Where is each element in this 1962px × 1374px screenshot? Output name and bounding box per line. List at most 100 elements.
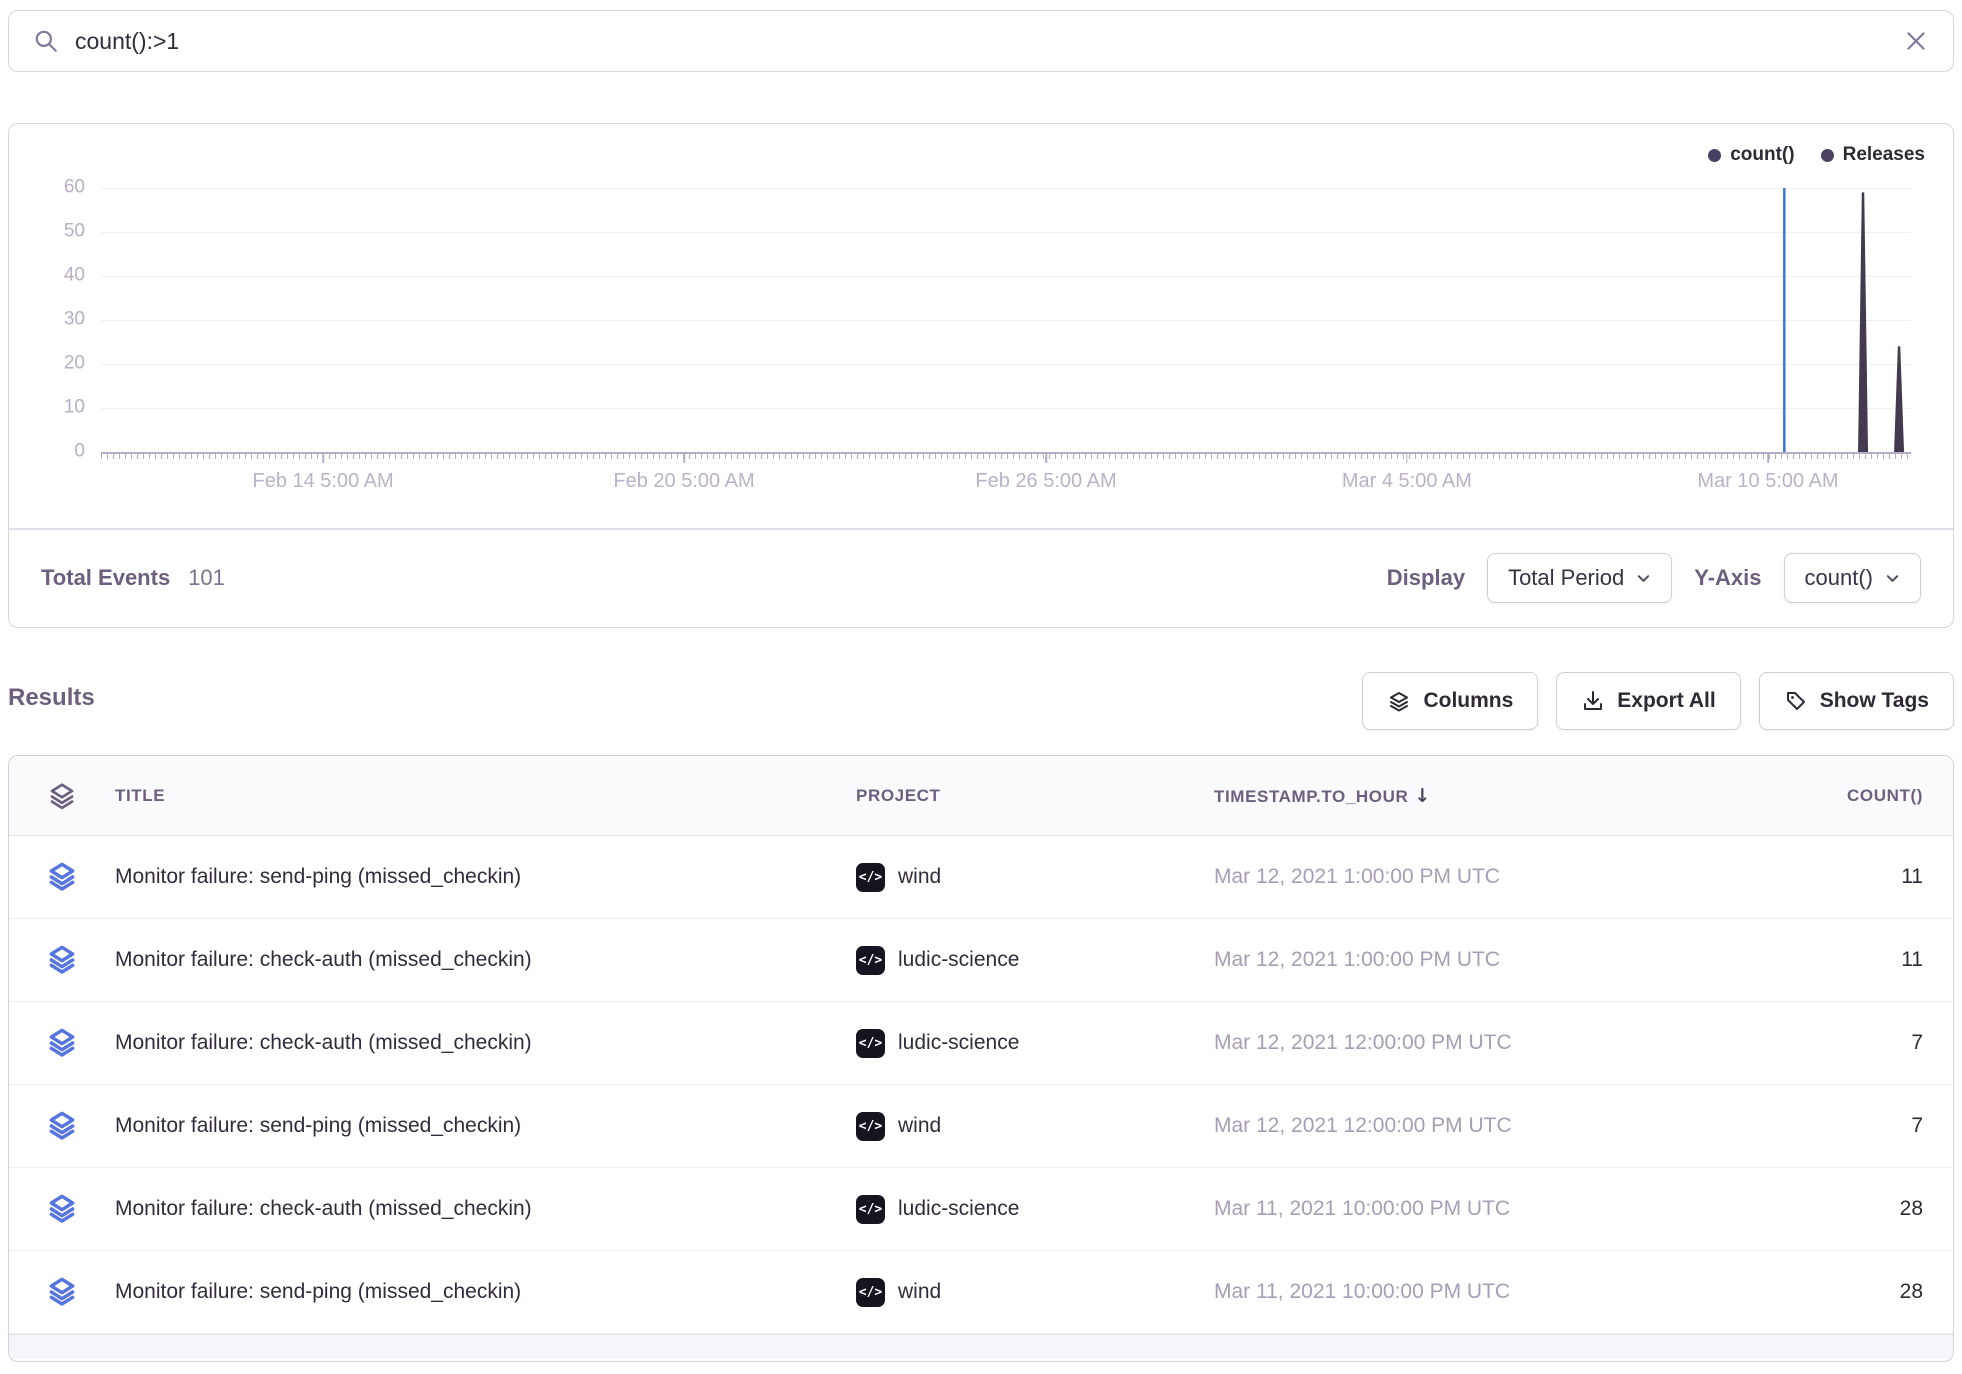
row-project[interactable]: </> wind <box>856 863 1214 892</box>
table-row[interactable]: Monitor failure: send-ping (missed_check… <box>9 1085 1953 1168</box>
y-tick: 30 <box>64 309 85 331</box>
x-tick-label: Mar 4 5:00 AM <box>1342 470 1472 493</box>
column-header-project[interactable]: PROJECT <box>856 786 1214 806</box>
row-timestamp: Mar 11, 2021 10:00:00 PM UTC <box>1214 1280 1714 1304</box>
columns-layers-icon <box>1387 689 1411 713</box>
x-tick-label: Mar 10 5:00 AM <box>1697 470 1838 493</box>
columns-button-label: Columns <box>1423 689 1513 713</box>
row-timestamp: Mar 11, 2021 10:00:00 PM UTC <box>1214 1197 1714 1221</box>
x-tick-label: Feb 20 5:00 AM <box>613 470 754 493</box>
table-row[interactable]: Monitor failure: send-ping (missed_check… <box>9 1251 1953 1334</box>
chart-plot-area: 60 50 40 30 20 10 0 <box>101 188 1911 454</box>
stack-icon <box>46 1193 78 1225</box>
display-label: Display <box>1387 565 1465 591</box>
x-axis-tick <box>322 454 324 463</box>
display-dropdown-value: Total Period <box>1508 565 1624 591</box>
row-title[interactable]: Monitor failure: check-auth (missed_chec… <box>115 1031 856 1055</box>
stack-icon <box>46 1276 78 1308</box>
x-axis-tick <box>1406 454 1408 463</box>
project-name: wind <box>898 865 941 889</box>
row-project[interactable]: </> wind <box>856 1112 1214 1141</box>
column-header-timestamp[interactable]: TIMESTAMP.TO_HOUR↓ <box>1214 785 1714 807</box>
y-tick: 0 <box>74 441 85 463</box>
yaxis-dropdown[interactable]: count() <box>1784 553 1921 603</box>
row-timestamp: Mar 12, 2021 12:00:00 PM UTC <box>1214 1031 1714 1055</box>
column-header-title[interactable]: TITLE <box>115 786 856 806</box>
stack-icon <box>46 1027 78 1059</box>
download-icon <box>1581 689 1605 713</box>
project-platform-icon: </> <box>856 1278 885 1307</box>
project-platform-icon: </> <box>856 863 885 892</box>
stack-icon <box>46 944 78 976</box>
search-input[interactable]: count():>1 <box>75 28 1903 55</box>
project-name: ludic-science <box>898 948 1019 972</box>
chart-series-svg <box>101 188 1911 454</box>
results-table: TITLE PROJECT TIMESTAMP.TO_HOUR↓ COUNT()… <box>8 755 1954 1362</box>
legend-dot-count <box>1708 149 1721 162</box>
project-platform-icon: </> <box>856 946 885 975</box>
row-project[interactable]: </> ludic-science <box>856 1195 1214 1224</box>
legend-item-releases[interactable]: Releases <box>1821 144 1925 166</box>
stack-icon <box>47 781 77 811</box>
legend-item-count[interactable]: count() <box>1708 144 1794 166</box>
chart-panel: count() Releases 60 50 40 30 20 10 0 Feb… <box>8 123 1954 628</box>
export-all-button[interactable]: Export All <box>1556 672 1740 730</box>
y-tick: 20 <box>64 353 85 375</box>
search-bar[interactable]: count():>1 <box>8 10 1954 72</box>
table-row[interactable]: Monitor failure: check-auth (missed_chec… <box>9 1168 1953 1251</box>
x-axis-tick <box>1767 454 1769 463</box>
project-name: ludic-science <box>898 1031 1019 1055</box>
row-project[interactable]: </> wind <box>856 1278 1214 1307</box>
column-header-count[interactable]: COUNT() <box>1714 786 1953 806</box>
x-tick-label: Feb 14 5:00 AM <box>252 470 393 493</box>
row-timestamp: Mar 12, 2021 12:00:00 PM UTC <box>1214 1114 1714 1138</box>
tag-icon <box>1784 689 1808 713</box>
yaxis-label: Y-Axis <box>1694 565 1761 591</box>
y-tick: 40 <box>64 265 85 287</box>
table-row[interactable]: Monitor failure: check-auth (missed_chec… <box>9 919 1953 1002</box>
legend-label-count: count() <box>1730 144 1794 166</box>
x-axis-tick <box>1045 454 1047 463</box>
x-tick-label: Feb 26 5:00 AM <box>975 470 1116 493</box>
display-dropdown[interactable]: Total Period <box>1487 553 1672 603</box>
project-name: ludic-science <box>898 1197 1019 1221</box>
show-tags-button[interactable]: Show Tags <box>1759 672 1954 730</box>
project-platform-icon: </> <box>856 1112 885 1141</box>
table-body: Monitor failure: send-ping (missed_check… <box>9 836 1953 1334</box>
row-project[interactable]: </> ludic-science <box>856 1029 1214 1058</box>
chart-footer: Total Events 101 Display Total Period Y-… <box>9 530 1953 628</box>
chart-legend: count() Releases <box>1708 144 1925 166</box>
row-title[interactable]: Monitor failure: check-auth (missed_chec… <box>115 948 856 972</box>
sort-descending-icon: ↓ <box>1414 785 1431 807</box>
project-platform-icon: </> <box>856 1029 885 1058</box>
search-icon <box>33 28 59 54</box>
project-name: wind <box>898 1114 941 1138</box>
row-title[interactable]: Monitor failure: send-ping (missed_check… <box>115 1280 856 1304</box>
row-count: 11 <box>1714 865 1953 889</box>
y-tick: 10 <box>64 397 85 419</box>
total-events-label: Total Events <box>41 565 170 591</box>
row-project[interactable]: </> ludic-science <box>856 946 1214 975</box>
row-title[interactable]: Monitor failure: check-auth (missed_chec… <box>115 1197 856 1221</box>
x-axis-labels: Feb 14 5:00 AM Feb 20 5:00 AM Feb 26 5:0… <box>101 470 1911 500</box>
row-title[interactable]: Monitor failure: send-ping (missed_check… <box>115 1114 856 1138</box>
table-row[interactable]: Monitor failure: send-ping (missed_check… <box>9 836 1953 919</box>
clear-search-icon[interactable] <box>1903 28 1929 54</box>
project-platform-icon: </> <box>856 1195 885 1224</box>
row-title[interactable]: Monitor failure: send-ping (missed_check… <box>115 865 856 889</box>
row-timestamp: Mar 12, 2021 1:00:00 PM UTC <box>1214 948 1714 972</box>
table-footer <box>9 1334 1953 1359</box>
legend-dot-releases <box>1821 149 1834 162</box>
table-row[interactable]: Monitor failure: check-auth (missed_chec… <box>9 1002 1953 1085</box>
table-header-row: TITLE PROJECT TIMESTAMP.TO_HOUR↓ COUNT() <box>9 756 1953 836</box>
row-timestamp: Mar 12, 2021 1:00:00 PM UTC <box>1214 865 1714 889</box>
x-axis-minor-ticks <box>101 454 1911 459</box>
export-all-button-label: Export All <box>1617 689 1715 713</box>
x-axis-tick <box>683 454 685 463</box>
y-tick: 60 <box>64 177 85 199</box>
stack-icon <box>46 861 78 893</box>
results-actions: Columns Export All Show Tags <box>1362 672 1954 730</box>
row-count: 7 <box>1714 1031 1953 1055</box>
columns-button[interactable]: Columns <box>1362 672 1538 730</box>
row-count: 28 <box>1714 1197 1953 1221</box>
